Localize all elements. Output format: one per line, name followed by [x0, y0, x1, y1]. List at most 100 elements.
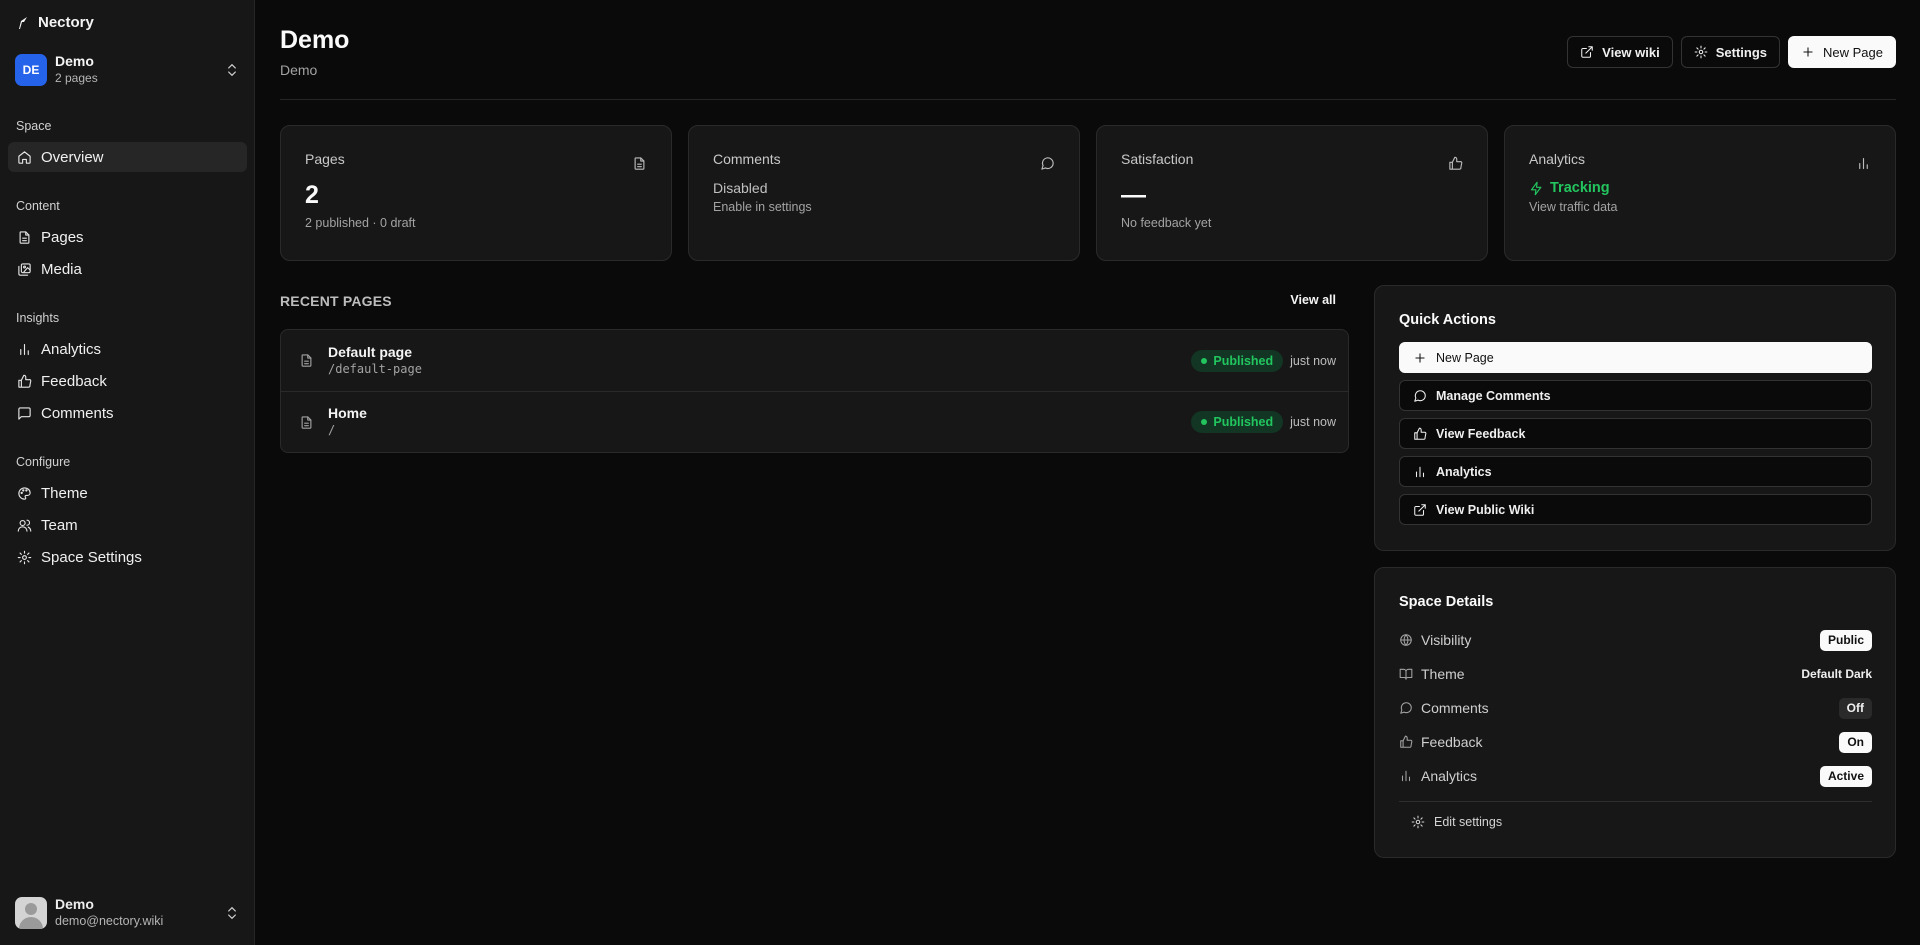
- nav-group-label: Space: [16, 119, 52, 133]
- message-circle-icon: [1413, 389, 1427, 403]
- sidebar-item-label: Overview: [41, 148, 104, 166]
- file-icon: [299, 353, 314, 368]
- bar-chart-icon: [1413, 465, 1427, 479]
- stat-value: —: [1121, 181, 1146, 209]
- stat-card-analytics[interactable]: Analytics Tracking View traffic data: [1504, 125, 1896, 261]
- file-icon: [632, 156, 647, 171]
- plus-icon: [1413, 351, 1427, 365]
- updated-time: just now: [1290, 353, 1336, 368]
- bar-chart-icon: [1856, 156, 1871, 171]
- view-feedback-button[interactable]: View Feedback: [1399, 418, 1872, 449]
- detail-row-comments: Comments Off: [1399, 691, 1872, 725]
- button-label: View wiki: [1602, 44, 1660, 60]
- stat-label: Pages: [305, 151, 345, 167]
- page-slug: /default-page: [328, 361, 422, 376]
- new-page-button[interactable]: New Page: [1788, 36, 1896, 68]
- nav-group-label: Insights: [16, 311, 60, 325]
- button-label: Settings: [1715, 44, 1768, 60]
- page-title: Home: [328, 405, 367, 421]
- manage-comments-button[interactable]: Manage Comments: [1399, 380, 1872, 411]
- stat-label: Comments: [713, 151, 781, 167]
- table-row[interactable]: Home / Published just now: [281, 391, 1348, 452]
- stat-status: Disabled: [713, 180, 768, 196]
- view-public-wiki-button[interactable]: View Public Wiki: [1399, 494, 1872, 525]
- updated-time: just now: [1290, 415, 1336, 429]
- comments-badge: Off: [1838, 697, 1872, 719]
- home-icon: [17, 150, 32, 165]
- avatar: [15, 897, 47, 929]
- space-name: Demo: [55, 53, 94, 69]
- sidebar-item-analytics[interactable]: Analytics: [8, 334, 247, 364]
- palette-icon: [17, 486, 32, 501]
- detail-row-visibility: Visibility Public: [1399, 623, 1872, 657]
- nav-group-label: Content: [16, 199, 60, 213]
- recent-pages-header: RECENT PAGES View all: [280, 293, 1348, 313]
- detail-row-feedback: Feedback On: [1399, 725, 1872, 759]
- header-actions: View wiki Settings New Page: [1567, 36, 1896, 68]
- sidebar-item-feedback[interactable]: Feedback: [8, 366, 247, 396]
- status-badge: Published: [1191, 411, 1284, 433]
- nav-group-insights: Insights Analytics Feedback Comments: [8, 308, 247, 428]
- stat-label: Analytics: [1529, 151, 1586, 167]
- panel-title: Quick Actions: [1399, 312, 1496, 328]
- analytics-button[interactable]: Analytics: [1399, 456, 1872, 487]
- user-menu[interactable]: Demo demo@nectory.wiki: [15, 895, 240, 931]
- sidebar-item-label: Team: [41, 516, 78, 534]
- edit-settings-button[interactable]: Edit settings: [1399, 802, 1872, 842]
- sidebar: Nectory DE Demo 2 pages Space Overview C…: [0, 0, 255, 945]
- sidebar-item-pages[interactable]: Pages: [8, 222, 247, 252]
- space-details-panel: Space Details Visibility Public Theme De…: [1374, 567, 1896, 858]
- message-square-icon: [17, 406, 32, 421]
- sidebar-item-label: Pages: [41, 228, 84, 246]
- nectory-logo-icon: [18, 16, 28, 30]
- quick-new-page-button[interactable]: New Page: [1399, 342, 1872, 373]
- sidebar-item-comments[interactable]: Comments: [8, 398, 247, 428]
- brand-name: Nectory: [38, 14, 94, 31]
- stat-note: View traffic data: [1529, 200, 1618, 214]
- table-row[interactable]: Default page /default-page Published jus…: [281, 330, 1348, 391]
- thumbs-up-icon: [1399, 735, 1413, 749]
- feedback-badge: On: [1839, 731, 1872, 753]
- bar-chart-icon: [1399, 769, 1413, 783]
- sidebar-item-media[interactable]: Media: [8, 254, 247, 284]
- gear-icon: [1694, 45, 1708, 59]
- book-open-icon: [1399, 667, 1413, 681]
- stat-card-pages: Pages 2 2 published · 0 draft: [280, 125, 672, 261]
- sidebar-item-theme[interactable]: Theme: [8, 478, 247, 508]
- sidebar-item-space-settings[interactable]: Space Settings: [8, 542, 247, 572]
- page-slug: /: [328, 423, 336, 437]
- visibility-badge: Public: [1819, 629, 1872, 651]
- page-title: Default page: [328, 343, 413, 360]
- stat-label: Satisfaction: [1121, 151, 1194, 167]
- sidebar-item-label: Theme: [41, 484, 88, 502]
- quick-actions-panel: Quick Actions New Page Manage Comments V…: [1374, 285, 1896, 551]
- thumbs-up-icon: [17, 374, 32, 389]
- sidebar-item-label: Analytics: [41, 340, 102, 358]
- section-title: RECENT PAGES: [280, 293, 392, 309]
- user-email: demo@nectory.wiki: [55, 914, 164, 928]
- detail-row-analytics: Analytics Active: [1399, 759, 1872, 793]
- sidebar-item-overview[interactable]: Overview: [8, 142, 247, 172]
- nav-group-content: Content Pages Media: [8, 196, 247, 284]
- user-name: Demo: [55, 896, 94, 912]
- bar-chart-icon: [17, 342, 32, 357]
- file-icon: [299, 415, 314, 430]
- chevrons-up-down-icon: [224, 62, 240, 78]
- analytics-status: Tracking: [1529, 180, 1871, 196]
- settings-button[interactable]: Settings: [1680, 36, 1781, 68]
- header-divider: [280, 99, 1896, 100]
- nav-group-configure: Configure Theme Team Space Settings: [8, 452, 247, 572]
- stat-note: Enable in settings: [713, 200, 812, 214]
- stat-card-satisfaction: Satisfaction — No feedback yet: [1096, 125, 1488, 261]
- space-switcher[interactable]: DE Demo 2 pages: [15, 52, 240, 88]
- external-link-icon: [1413, 503, 1427, 517]
- page-title: Demo: [280, 26, 350, 54]
- view-all-link[interactable]: View all: [1290, 293, 1336, 307]
- sidebar-item-label: Space Settings: [41, 548, 142, 566]
- file-icon: [17, 230, 32, 245]
- view-wiki-button[interactable]: View wiki: [1567, 36, 1673, 68]
- stat-card-comments: Comments Disabled Enable in settings: [688, 125, 1080, 261]
- panel-title: Space Details: [1399, 594, 1494, 610]
- brand[interactable]: Nectory: [18, 14, 94, 31]
- sidebar-item-team[interactable]: Team: [8, 510, 247, 540]
